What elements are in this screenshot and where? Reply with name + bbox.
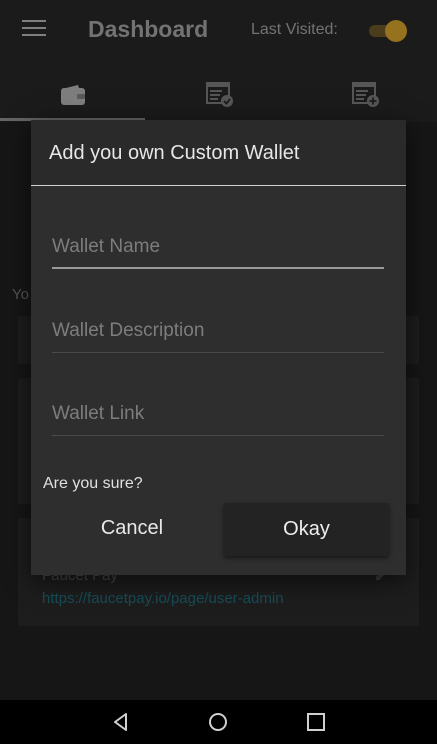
wallet-description-input[interactable] xyxy=(52,311,384,351)
custom-wallet-dialog: Add you own Custom Wallet Are you sure? … xyxy=(31,120,406,575)
cancel-button[interactable]: Cancel xyxy=(77,502,187,552)
wallet-description-field xyxy=(52,311,384,353)
wallet-name-field xyxy=(52,227,384,269)
wallet-link-input[interactable] xyxy=(52,394,384,434)
wallet-name-input[interactable] xyxy=(52,227,384,267)
system-nav-bar xyxy=(0,700,437,744)
back-icon[interactable] xyxy=(110,711,132,733)
okay-button[interactable]: Okay xyxy=(224,503,389,556)
home-icon[interactable] xyxy=(207,711,229,733)
confirm-text: Are you sure? xyxy=(43,475,143,492)
recents-icon[interactable] xyxy=(305,711,327,733)
dialog-header: Add you own Custom Wallet xyxy=(31,120,406,186)
dialog-title: Add you own Custom Wallet xyxy=(49,142,300,164)
wallet-link-field xyxy=(52,394,384,436)
